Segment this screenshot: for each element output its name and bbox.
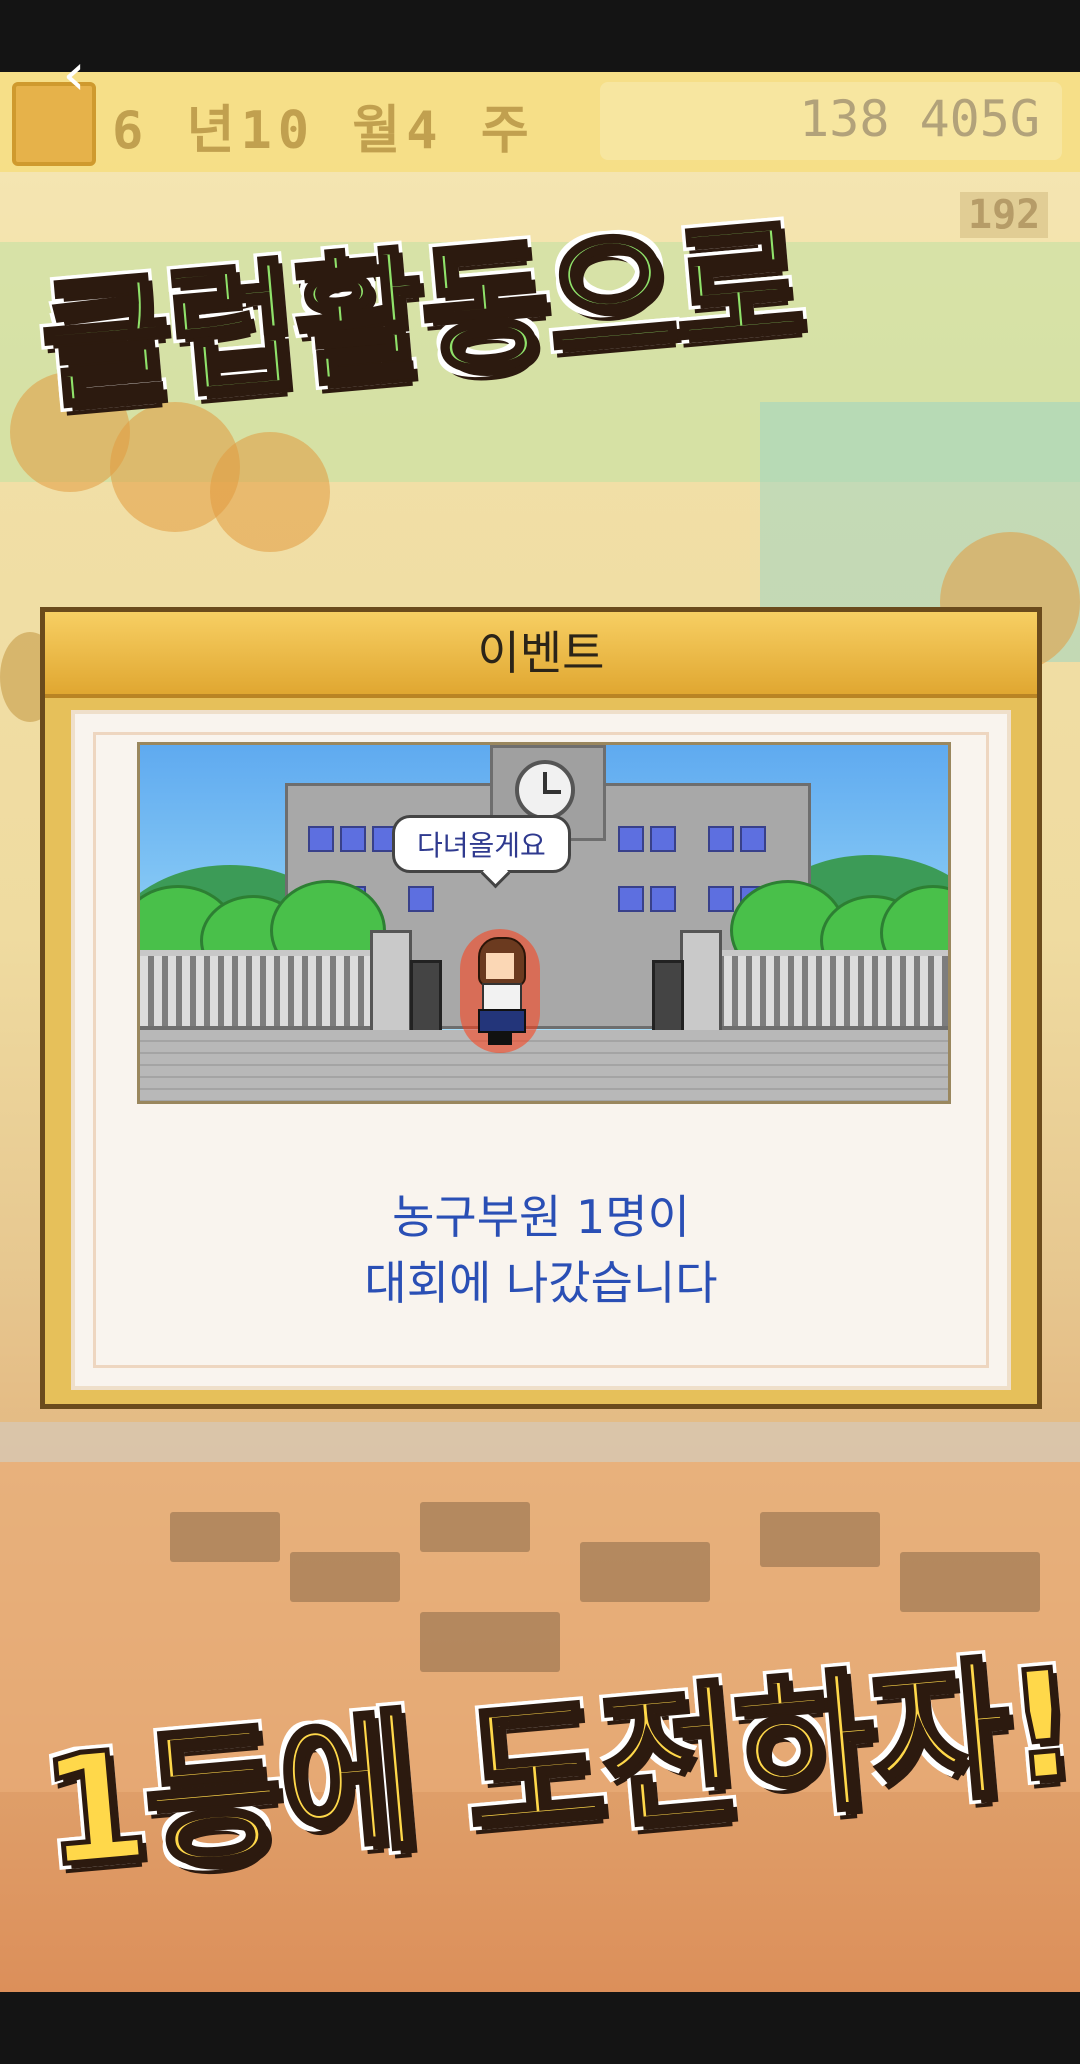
dialog-title: 이벤트 <box>45 612 1037 698</box>
status-bar <box>0 0 1080 72</box>
event-illustration: 다녀올게요 <box>137 742 951 1104</box>
window <box>708 826 734 852</box>
game-screenshot: 6 년10 월4 주 138 405G 192 클럽활동으로 1등에 도전하자!… <box>0 72 1080 1992</box>
money-value: 138 405G <box>799 90 1040 148</box>
desk <box>170 1512 280 1562</box>
desk <box>900 1552 1040 1612</box>
fence <box>710 950 948 1032</box>
desk <box>760 1512 880 1567</box>
desk <box>420 1502 530 1552</box>
chevron-left-icon: ‹ <box>62 40 86 108</box>
speech-bubble: 다녀올게요 <box>392 815 571 873</box>
desk <box>580 1542 710 1602</box>
window <box>740 826 766 852</box>
back-button[interactable]: ‹ <box>44 44 104 104</box>
window <box>340 826 366 852</box>
event-dialog: 이벤트 다녀올게요 농구부원 1명이 대회에 나갔습니다 <box>40 607 1042 1409</box>
event-message-line2: 대회에 나갔습니다 <box>364 1256 718 1310</box>
hud-counter: 192 <box>960 192 1049 238</box>
desk <box>290 1552 400 1602</box>
window <box>618 886 644 912</box>
window <box>650 826 676 852</box>
building-wall <box>0 1422 1080 1462</box>
window <box>650 886 676 912</box>
event-message-line1: 농구부원 1명이 <box>392 1190 690 1244</box>
ground <box>140 1030 948 1101</box>
window <box>708 886 734 912</box>
window <box>618 826 644 852</box>
event-message: 농구부원 1명이 대회에 나갔습니다 <box>75 1184 1007 1316</box>
gate-pillar <box>370 930 412 1046</box>
tree <box>210 432 330 552</box>
student-character <box>460 929 540 1053</box>
window <box>408 886 434 912</box>
fence <box>140 950 370 1032</box>
navigation-bar <box>0 1992 1080 2064</box>
dialog-body: 다녀올게요 농구부원 1명이 대회에 나갔습니다 <box>71 710 1011 1390</box>
game-date: 6 년10 월4 주 <box>112 101 535 161</box>
clock-icon <box>515 760 575 820</box>
window <box>308 826 334 852</box>
gate-pillar <box>680 930 722 1046</box>
